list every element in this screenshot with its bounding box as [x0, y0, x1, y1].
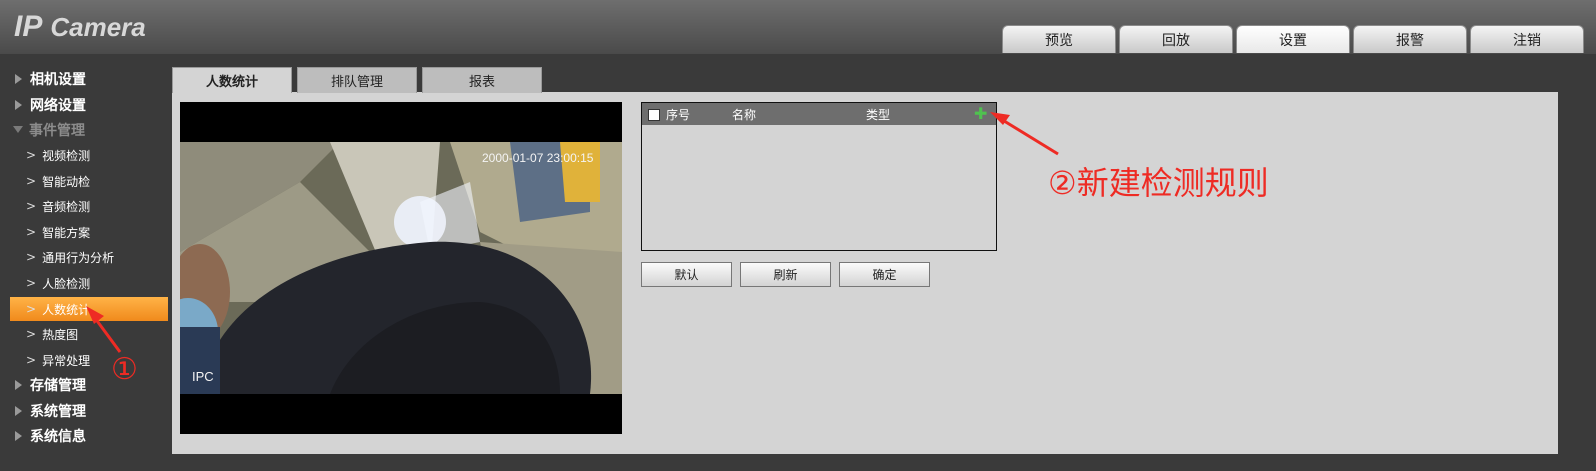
annotation-step-1: ①: [111, 352, 138, 387]
arrowhead: [86, 306, 104, 324]
annotation-step-2: ②新建检测规则: [1048, 164, 1269, 202]
annotation-arrows: [86, 112, 1059, 353]
